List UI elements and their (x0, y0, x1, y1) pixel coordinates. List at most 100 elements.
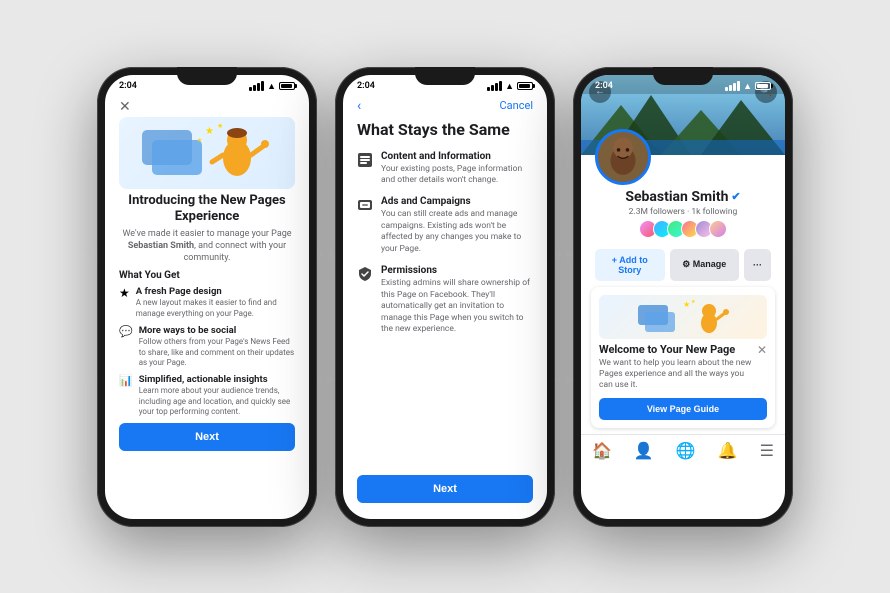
welcome-card-header: Welcome to Your New Page We want to help… (599, 343, 767, 397)
phone-1: 2:04 ▲ ✕ (97, 67, 317, 527)
feature-text-2: More ways to be social Follow others fro… (139, 325, 295, 368)
phone1-subtitle: We've made it easier to manage your Page… (119, 229, 295, 264)
avatar-svg (598, 129, 648, 185)
profile-stats: 2.3M followers · 1k following (595, 207, 771, 217)
status-icons-3: ▲ (725, 81, 771, 92)
feature-1: ★ A fresh Page design A new layout makes… (119, 286, 295, 319)
feature-title-1: A fresh Page design (136, 286, 295, 297)
next-button-2[interactable]: Next (357, 475, 533, 503)
avatar (595, 129, 651, 185)
subtitle-part2: , and connect with your community. (184, 241, 287, 263)
phone2-bottom: Next (343, 475, 547, 519)
followers-count: 2.3M followers (629, 207, 685, 217)
screen-3: 2:04 ▲ (581, 75, 785, 519)
feature-3: 📊 Simplified, actionable insights Learn … (119, 374, 295, 417)
profile-section: Sebastian Smith ✔ 2.3M followers · 1k fo… (581, 155, 785, 245)
stays-desc-3: Existing admins will share ownership of … (381, 278, 533, 335)
signal-2 (487, 81, 502, 91)
feature-title-3: Simplified, actionable insights (139, 374, 295, 385)
phone2-content: What Stays the Same Content and Informat… (343, 120, 547, 475)
status-icons-1: ▲ (249, 81, 295, 92)
subtitle-part1: We've made it easier to manage your Page (122, 229, 291, 239)
section-heading-1: What You Get (119, 270, 295, 281)
welcome-close-button[interactable]: ✕ (757, 343, 767, 357)
stays-item-3: Permissions Existing admins will share o… (357, 265, 533, 335)
phone-3: 2:04 ▲ (573, 67, 793, 527)
notch-3 (653, 67, 713, 85)
phone1-title-area: Introducing the New Pages Experience We'… (105, 193, 309, 424)
svg-text:★: ★ (217, 122, 223, 130)
phone2-main-title: What Stays the Same (357, 120, 533, 139)
battery-3 (755, 82, 771, 90)
action-buttons: + Add to Story ⚙ Manage ··· (595, 249, 771, 281)
welcome-card: ★ ★ Welcome to Your New Page We want to … (591, 287, 775, 428)
view-guide-button[interactable]: View Page Guide (599, 398, 767, 420)
time-1: 2:04 (119, 81, 137, 91)
battery-2 (517, 82, 533, 90)
nav-globe[interactable]: 🌐 (676, 441, 696, 460)
close-area: ✕ (105, 94, 309, 115)
welcome-illus-svg: ★ ★ (633, 297, 733, 337)
bottom-nav: 🏠 👤 🌐 🔔 ☰ (581, 434, 785, 466)
stays-desc-2: You can still create ads and manage camp… (381, 209, 533, 255)
feature-title-2: More ways to be social (139, 325, 295, 336)
stays-text-2: Ads and Campaigns You can still create a… (381, 196, 533, 255)
phone1-main-title: Introducing the New Pages Experience (119, 193, 295, 227)
illustration-svg-1: ★ ★ ★ (137, 120, 277, 185)
welcome-card-body: Welcome to Your New Page We want to help… (599, 343, 753, 397)
svg-text:★: ★ (197, 137, 202, 144)
scene: 2:04 ▲ ✕ (77, 47, 813, 547)
stays-text-3: Permissions Existing admins will share o… (381, 265, 533, 335)
feature-icon-2: 💬 (119, 325, 133, 338)
time-3: 2:04 (595, 81, 613, 91)
profile-name-text: Sebastian Smith (625, 189, 728, 205)
screen-1: 2:04 ▲ ✕ (105, 75, 309, 519)
signal-1 (249, 81, 264, 91)
nav-menu[interactable]: ☰ (760, 441, 774, 460)
welcome-card-text: We want to help you learn about the new … (599, 358, 753, 391)
add-story-button[interactable]: + Add to Story (595, 249, 665, 281)
notch-1 (177, 67, 237, 85)
back-button-2[interactable]: ‹ (357, 98, 361, 114)
stays-desc-1: Your existing posts, Page information an… (381, 164, 533, 187)
svg-text:★: ★ (683, 300, 690, 309)
next-button-1[interactable]: Next (119, 423, 295, 451)
nav-profile[interactable]: 👤 (634, 441, 654, 460)
nav-home[interactable]: 🏠 (592, 441, 612, 460)
status-icons-2: ▲ (487, 81, 533, 92)
subtitle-name: Sebastian Smith (128, 241, 194, 251)
stays-icon-2 (357, 197, 373, 255)
battery-1 (279, 82, 295, 90)
stays-title-3: Permissions (381, 265, 533, 276)
followers-avatars (595, 220, 771, 238)
stays-icon-1 (357, 152, 373, 187)
feature-2: 💬 More ways to be social Follow others f… (119, 325, 295, 368)
svg-text:★: ★ (691, 299, 696, 305)
feature-icon-1: ★ (119, 286, 130, 300)
svg-text:★: ★ (205, 126, 214, 137)
phone-2: 2:04 ▲ ‹ Cancel (335, 67, 555, 527)
cancel-button-2[interactable]: Cancel (500, 99, 533, 112)
screen-2: 2:04 ▲ ‹ Cancel (343, 75, 547, 519)
feature-desc-2: Follow others from your Page's News Feed… (139, 337, 295, 368)
stays-title-2: Ads and Campaigns (381, 196, 533, 207)
stays-item-2: Ads and Campaigns You can still create a… (357, 196, 533, 255)
profile-name: Sebastian Smith ✔ (595, 189, 771, 205)
feature-icon-3: 📊 (119, 374, 133, 387)
wifi-icon-3: ▲ (743, 81, 752, 92)
stays-item-1: Content and Information Your existing po… (357, 151, 533, 187)
close-button[interactable]: ✕ (119, 99, 131, 115)
nav-bell[interactable]: 🔔 (718, 441, 738, 460)
feature-desc-1: A new layout makes it easier to find and… (136, 298, 295, 319)
welcome-illustration: ★ ★ (599, 295, 767, 339)
wifi-icon-1: ▲ (267, 81, 276, 92)
time-2: 2:04 (357, 81, 375, 91)
more-button[interactable]: ··· (744, 249, 771, 281)
wifi-icon-2: ▲ (505, 81, 514, 92)
verified-badge: ✔ (731, 190, 740, 203)
feature-text-1: A fresh Page design A new layout makes i… (136, 286, 295, 319)
stays-icon-3 (357, 266, 373, 335)
phone1-bottom: Next (105, 423, 309, 467)
stays-title-1: Content and Information (381, 151, 533, 162)
manage-button[interactable]: ⚙ Manage (670, 249, 740, 281)
